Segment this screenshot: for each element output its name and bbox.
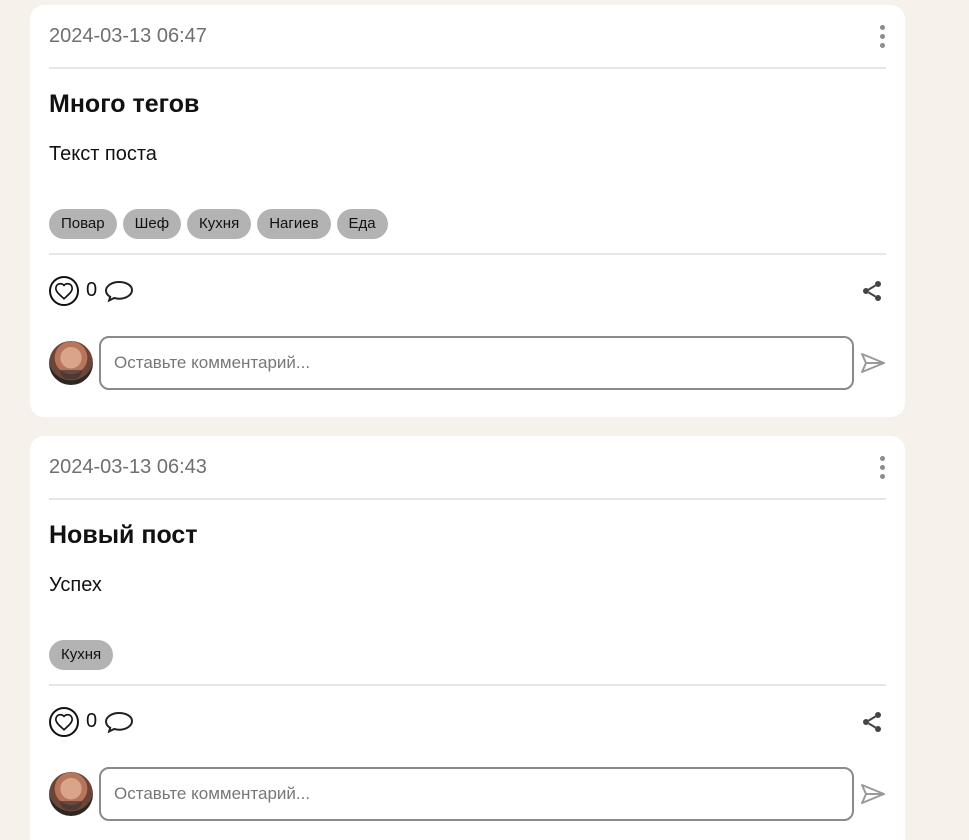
tag-chip[interactable]: Кухня [49,640,114,670]
tag-list: Кухня [49,597,886,686]
more-options-button[interactable] [872,21,892,51]
tag-chip[interactable]: Повар [49,209,117,239]
comment-button[interactable] [103,279,135,303]
comment-button[interactable] [103,710,135,734]
like-count: 0 [86,279,98,301]
more-options-button[interactable] [872,452,892,482]
user-avatar [49,772,93,816]
post-header: 2024-03-13 06:43 [49,436,886,500]
tag-chip[interactable]: Еда [336,209,388,239]
like-button[interactable] [49,275,79,306]
tag-chip[interactable]: Кухня [187,209,252,239]
comment-composer [49,336,886,390]
more-vertical-icon [879,455,885,461]
like-button[interactable] [49,706,79,737]
post-card: 2024-03-13 06:43 Новый пост Успех Кухня … [30,436,905,840]
heart-icon [54,713,74,731]
send-button[interactable] [860,782,886,806]
post-date: 2024-03-13 06:43 [49,455,207,478]
share-icon [863,280,881,301]
user-avatar [49,341,93,385]
heart-icon [54,282,74,300]
share-icon [863,711,881,732]
post-feed: 2024-03-13 06:47 Много тегов Текст поста… [0,0,969,840]
send-icon [861,353,885,373]
post-text: Успех [49,574,102,596]
send-icon [861,784,885,804]
send-button[interactable] [860,351,886,375]
post-text: Текст поста [49,143,157,165]
share-button[interactable] [860,710,884,734]
comment-input[interactable] [99,336,854,390]
post-actions: 0 [49,255,886,326]
comment-composer [49,767,886,821]
comment-input[interactable] [99,767,854,821]
tag-chip[interactable]: Шеф [122,209,182,239]
post-header: 2024-03-13 06:47 [49,5,886,69]
comment-icon [105,280,134,302]
comment-icon [105,711,134,733]
more-vertical-icon [879,24,885,30]
post-title: Много тегов [49,90,200,118]
post-actions: 0 [49,686,886,757]
post-title: Новый пост [49,521,198,549]
tag-chip[interactable]: Нагиев [257,209,331,239]
post-date: 2024-03-13 06:47 [49,24,207,47]
like-count: 0 [86,710,98,732]
post-card: 2024-03-13 06:47 Много тегов Текст поста… [30,5,905,417]
share-button[interactable] [860,279,884,303]
tag-list: Повар Шеф Кухня Нагиев Еда [49,166,886,255]
